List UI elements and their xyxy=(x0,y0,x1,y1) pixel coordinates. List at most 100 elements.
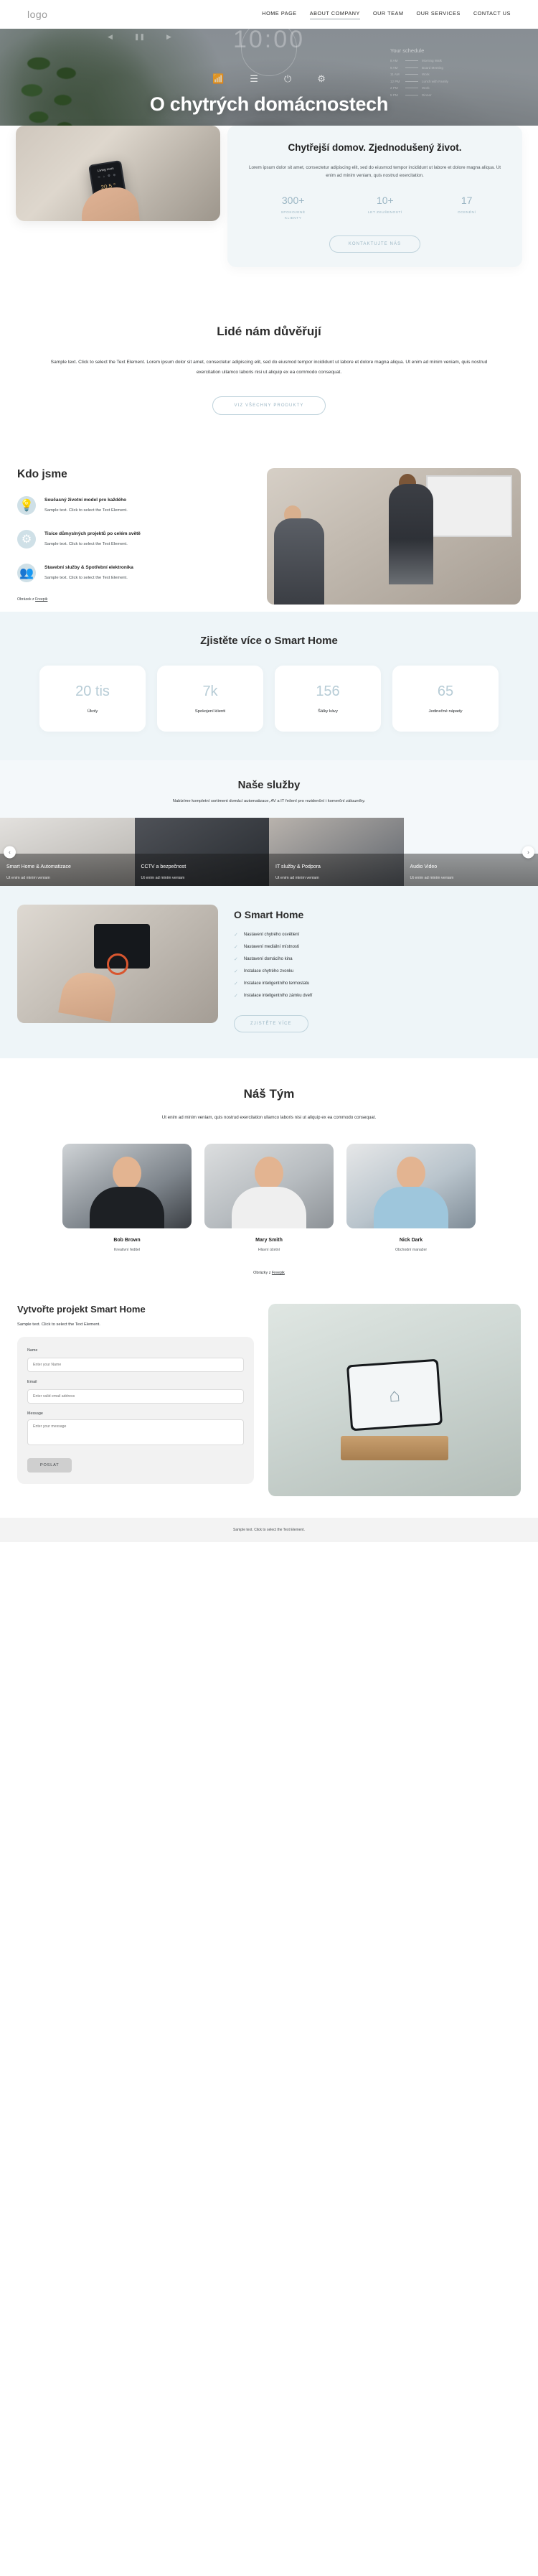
nav-item-our-team[interactable]: OUR TEAM xyxy=(373,10,404,19)
counter-label: Jedinečné nápady xyxy=(428,709,463,714)
whiteboard-decoration xyxy=(426,475,512,538)
email-input[interactable] xyxy=(27,1389,244,1404)
check-icon: ✓ xyxy=(234,981,238,987)
wifi-icon: 📶 xyxy=(212,73,225,84)
feature-item: 💡 Současný životní model pro každého Sam… xyxy=(17,496,254,515)
credit-link[interactable]: Freepik xyxy=(35,597,47,602)
see-all-products-button[interactable]: VIZ VŠECHNY PRODUKTY xyxy=(212,396,326,416)
member-name: Nick Dark xyxy=(399,1238,423,1243)
people-icon: 👥 xyxy=(17,564,36,583)
chevron-left-icon[interactable]: ‹ xyxy=(4,846,16,859)
team-member: Bob Brown Kreativní ředitel xyxy=(62,1144,192,1252)
who-we-are-section: Kdo jsme 💡 Současný životní model pro ka… xyxy=(0,449,538,612)
checklist-item: ✓ Nastavení chytrého osvětlení xyxy=(234,932,521,938)
check-icon: ✓ xyxy=(234,957,238,963)
counters-heading: Zjistěte více o Smart Home xyxy=(200,635,338,648)
footer-text: Sample text. Click to select the Text El… xyxy=(233,1528,305,1533)
contact-heading: Vytvořte projekt Smart Home xyxy=(17,1304,146,1315)
pause-icon[interactable]: ❚❚ xyxy=(134,33,145,41)
checklist-label: Nastavení domácího kina xyxy=(243,957,293,962)
schedule-time: 8 AM xyxy=(390,59,398,62)
stat-item: 10+ Let zkušeností xyxy=(368,195,402,221)
check-icon: ✓ xyxy=(234,994,238,999)
schedule-label: Board Meeting xyxy=(422,65,443,70)
email-label: Email xyxy=(27,1380,37,1385)
service-title: Smart Home & Automatizace xyxy=(6,864,71,870)
schedule-row: 2 PM Work xyxy=(390,86,491,90)
member-body-decoration xyxy=(232,1187,306,1229)
power-icon: ⏻ xyxy=(283,73,292,84)
member-photo xyxy=(346,1144,476,1229)
service-title: CCTV a bezpečnost xyxy=(141,864,187,870)
feature-text: Sample text. Click to select the Text El… xyxy=(44,576,128,581)
feature-item: 👥 Stavební služby & Spotřební elektronik… xyxy=(17,564,254,583)
nav-item-about-company[interactable]: ABOUT COMPANY xyxy=(309,10,360,19)
bluetooth-icon: ☰ xyxy=(250,73,258,84)
hand-decoration xyxy=(79,185,141,221)
hero-media-controls[interactable]: ◀ ❚❚ ▶ xyxy=(108,33,171,41)
schedule-row: 9 AM Board Meeting xyxy=(390,66,491,70)
trust-heading: Lidé nám důvěřují xyxy=(217,325,321,339)
credit-link[interactable]: Freepik xyxy=(272,1271,285,1275)
learn-more-button[interactable]: ZJISTĚTE VÍCE xyxy=(234,1015,308,1033)
services-subtitle: Nabízíme kompletní sortiment domácí auto… xyxy=(172,799,366,804)
message-textarea[interactable] xyxy=(27,1419,244,1446)
schedule-label: Work xyxy=(422,73,430,76)
schedule-time: 9 AM xyxy=(390,65,398,70)
site-header: logo HOME PAGE ABOUT COMPANY OUR TEAM OU… xyxy=(0,0,538,29)
nav-item-home-page[interactable]: HOME PAGE xyxy=(262,10,296,19)
schedule-row: 11 AM Work xyxy=(390,73,491,76)
intro-heading: Chytřejší domov. Zjednodušený život. xyxy=(288,142,462,153)
schedule-label: Morning Walk xyxy=(422,59,442,62)
feature-item: ⚙ Tisíce důmyslných projektů po celém sv… xyxy=(17,530,254,549)
member-role: Hlavní účetní xyxy=(258,1248,280,1253)
logo[interactable]: logo xyxy=(27,9,47,20)
checklist-label: Instalace chytrého zvonku xyxy=(243,969,294,974)
lightbulb-icon: 💡 xyxy=(17,496,36,515)
member-name: Bob Brown xyxy=(113,1238,141,1243)
checklist-item: ✓ Instalace inteligentního termostatu xyxy=(234,981,521,986)
tablet-screen: ⌂ xyxy=(349,1361,440,1429)
counter-card: 156 Šálky kávy xyxy=(275,666,381,732)
team-heading: Náš Tým xyxy=(243,1087,295,1101)
stat-item: 17 Ocenění xyxy=(458,195,476,221)
next-icon[interactable]: ▶ xyxy=(166,33,171,41)
schedule-time: 11 AM xyxy=(390,73,400,76)
member-face-decoration xyxy=(255,1157,283,1190)
contact-us-button[interactable]: KONTAKTUJTE NÁS xyxy=(329,235,421,253)
counter-label: Úkoly xyxy=(87,709,98,714)
nav-item-contact-us[interactable]: CONTACT US xyxy=(473,10,511,19)
service-card[interactable]: Audio Video Ut enim ad minim veniam xyxy=(403,818,538,887)
stat-label: Let zkušeností xyxy=(367,211,402,215)
checklist-label: Nastavení mediální místnosti xyxy=(243,945,299,950)
member-face-decoration xyxy=(113,1157,141,1190)
schedule-divider xyxy=(405,74,418,75)
schedule-label: Work xyxy=(422,86,430,90)
services-carousel: ‹ Smart Home & Automatizace Ut enim ad m… xyxy=(0,818,538,887)
schedule-title: Your schedule xyxy=(390,47,425,54)
member-name: Mary Smith xyxy=(255,1238,283,1243)
nav-item-our-services[interactable]: OUR SERVICES xyxy=(417,10,461,19)
previous-icon[interactable]: ◀ xyxy=(108,33,113,41)
counter-label: Spokojení klienti xyxy=(194,709,226,714)
counter-value: 156 xyxy=(316,683,340,700)
feature-title: Stavební služby & Spotřební elektronika xyxy=(44,565,133,571)
service-card[interactable]: CCTV a bezpečnost Ut enim ad minim venia… xyxy=(134,818,269,887)
counter-card: 65 Jedinečné nápady xyxy=(392,666,499,732)
service-card[interactable]: IT služby & Podpora Ut enim ad minim ven… xyxy=(269,818,404,887)
smart-home-icon: ⌂ xyxy=(388,1383,401,1406)
gear-icon: ⚙ xyxy=(17,530,36,549)
person-body-decoration xyxy=(388,484,433,585)
service-title: Audio Video xyxy=(410,864,438,870)
service-text: Ut enim ad minim veniam xyxy=(141,876,185,881)
form-group-email: Email xyxy=(27,1380,244,1404)
counter-value: 65 xyxy=(437,683,454,700)
name-input[interactable] xyxy=(27,1358,244,1373)
service-card[interactable]: Smart Home & Automatizace Ut enim ad min… xyxy=(0,818,135,887)
checklist-item: ✓ Instalace inteligentního zámku dveří xyxy=(234,993,521,999)
chevron-right-icon[interactable]: › xyxy=(522,846,534,859)
submit-button[interactable]: POSLAT xyxy=(27,1458,72,1473)
services-heading: Naše služby xyxy=(237,779,301,792)
intro-stats: 300+ Spokojené klienty 10+ Let zkušenost… xyxy=(246,195,504,221)
feature-text: Sample text. Click to select the Text El… xyxy=(44,508,128,513)
